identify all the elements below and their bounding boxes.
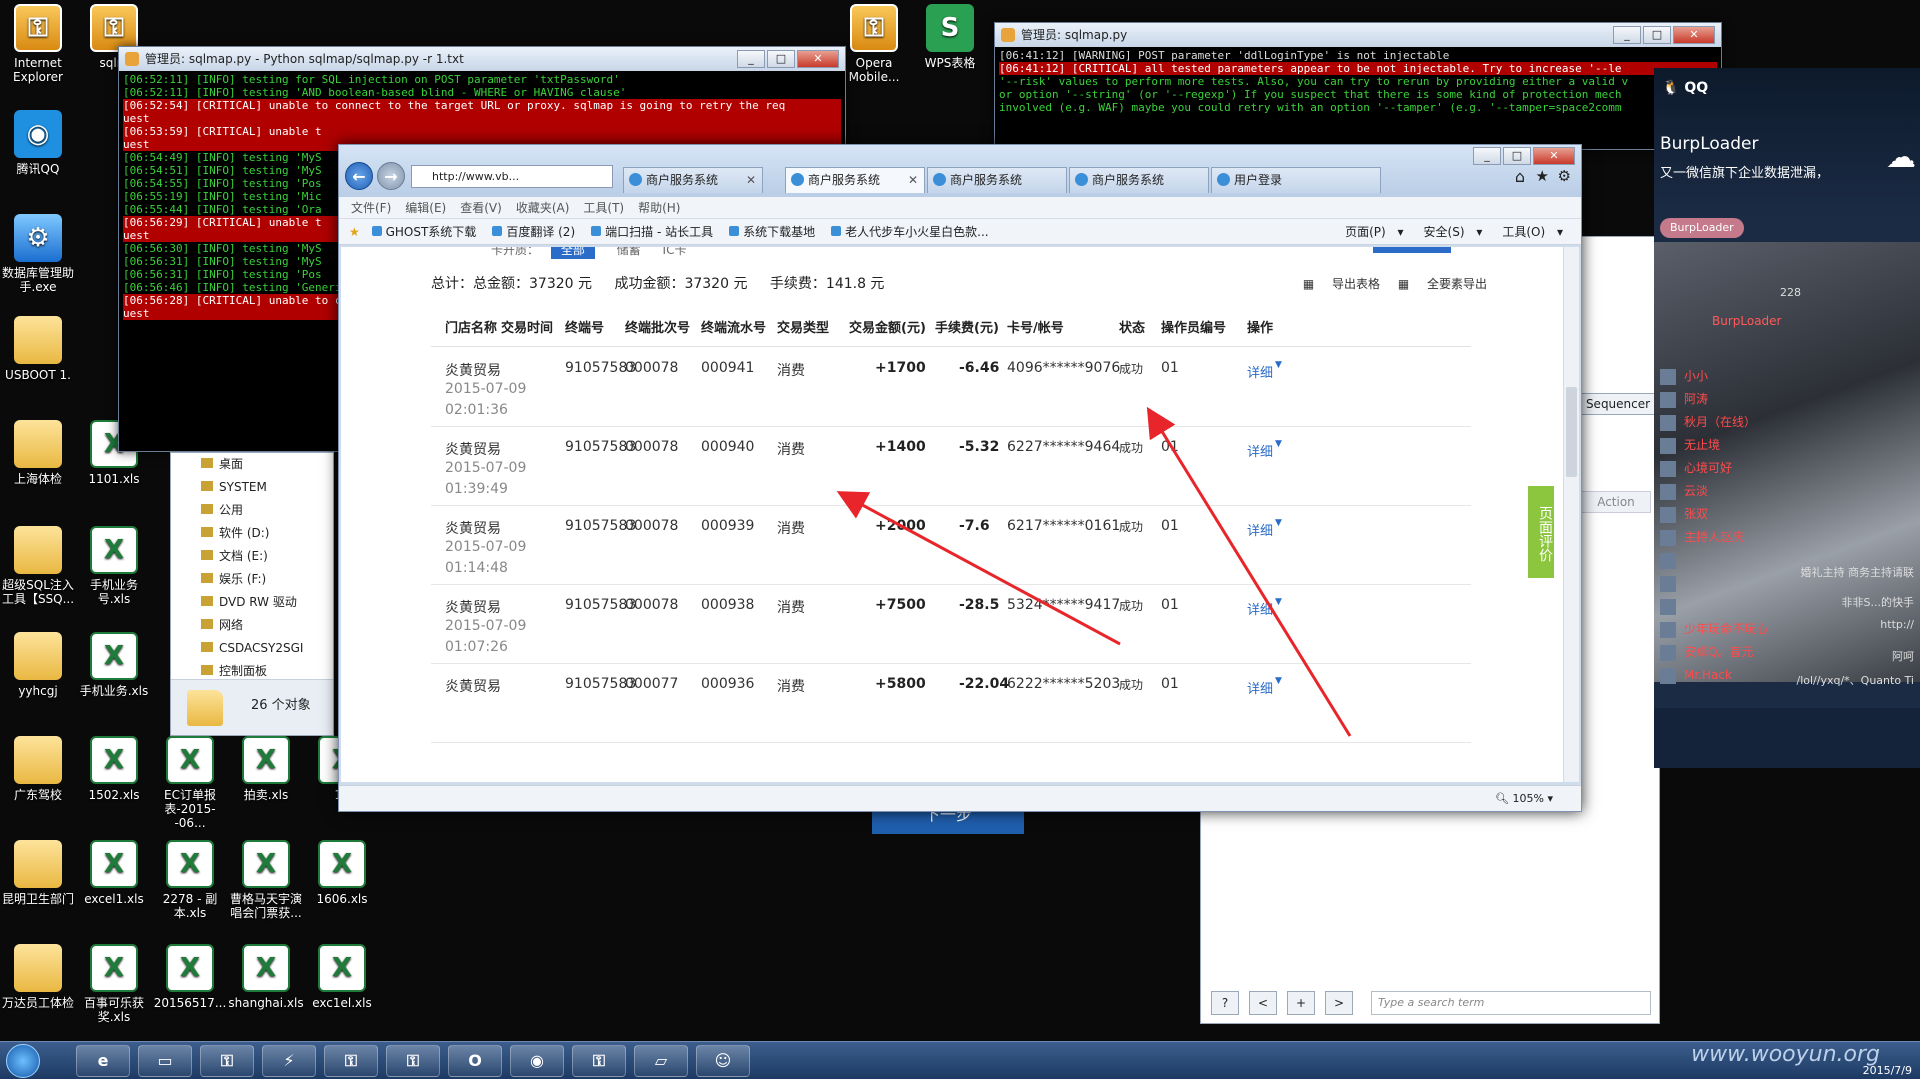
avatar bbox=[1660, 460, 1676, 477]
qq-member-name: 小小 bbox=[1684, 369, 1709, 383]
avatar bbox=[1660, 667, 1676, 684]
avatar bbox=[1660, 552, 1676, 569]
opera-icon[interactable]: O bbox=[448, 1045, 502, 1077]
avatar bbox=[1660, 506, 1676, 523]
avatar bbox=[1660, 598, 1676, 615]
key-icon[interactable]: ⚿ bbox=[572, 1045, 626, 1077]
qq-member-name: 安卓Q。盲元 bbox=[1684, 645, 1754, 659]
key-icon[interactable]: ⚿ bbox=[200, 1045, 254, 1077]
qq-member[interactable]: 张双 bbox=[1660, 502, 1914, 526]
qq-member[interactable]: 安卓Q。盲元 bbox=[1660, 640, 1914, 664]
qq-member-name: 阿涛 bbox=[1684, 392, 1709, 406]
qq-message-snippet: http:// bbox=[1880, 618, 1914, 631]
wooyun-watermark: www.wooyun.org bbox=[1691, 1042, 1880, 1067]
clock-date[interactable]: 2015/7/9 bbox=[1863, 1064, 1912, 1077]
taskbar: e ▭ ⚿ ⚡ ⚿ ⚿ O ◉ ⚿ ▱ ☺ www.wooyun.org 2015/7/9 bbox=[0, 1041, 1920, 1079]
qq-member[interactable]: 少年玩命不玩心 bbox=[1660, 617, 1914, 641]
qq-panel[interactable]: 🐧 QQ BurpLoader 又一微信旗下企业数据泄漏， ☁ BurpLoad… bbox=[1654, 68, 1920, 768]
annotation-arrows bbox=[836, 406, 1352, 737]
qq-message-snippet: 阿呵 bbox=[1892, 650, 1914, 663]
qq-member-name: 少年玩命不玩心 bbox=[1684, 622, 1769, 636]
arrow-to-card bbox=[1146, 406, 1352, 737]
qq-member[interactable]: 主持人赵庆 bbox=[1660, 525, 1914, 549]
avatar bbox=[1660, 437, 1676, 454]
qq-member[interactable]: 秋月（在线） bbox=[1660, 410, 1914, 434]
key-icon[interactable]: ⚿ bbox=[324, 1045, 378, 1077]
qq-icon[interactable]: ◉ bbox=[510, 1045, 564, 1077]
cloud-icon: ☁ bbox=[1886, 140, 1916, 175]
start-button[interactable] bbox=[6, 1044, 40, 1078]
key-icon[interactable]: ⚿ bbox=[386, 1045, 440, 1077]
avatar bbox=[1660, 483, 1676, 500]
qq-member-name: 云淡 bbox=[1684, 484, 1709, 498]
notebook-icon[interactable]: ▱ bbox=[634, 1045, 688, 1077]
qq-group-first[interactable]: BurpLoader bbox=[1712, 314, 1782, 328]
qq-message-snippet: 婚礼主持 商务主持请联 bbox=[1800, 566, 1915, 579]
avatar bbox=[1660, 644, 1676, 661]
qq-username: BurpLoader bbox=[1660, 134, 1759, 154]
qq-member[interactable]: 小小 bbox=[1660, 364, 1914, 388]
arrow-to-serial bbox=[836, 491, 1121, 646]
qq-member[interactable]: 无止境 bbox=[1660, 433, 1914, 457]
qq-signature: 又一微信旗下企业数据泄漏， bbox=[1660, 166, 1830, 181]
person-icon[interactable]: ☺ bbox=[696, 1045, 750, 1077]
qq-member[interactable]: 阿涛 bbox=[1660, 387, 1914, 411]
folder-icon[interactable]: ▭ bbox=[138, 1045, 192, 1077]
qq-member-name: 张双 bbox=[1684, 507, 1709, 521]
avatar bbox=[1660, 621, 1676, 638]
qq-member[interactable]: 心境可好 bbox=[1660, 456, 1914, 480]
avatar bbox=[1660, 414, 1676, 431]
qq-member-name: Mr.Hack bbox=[1684, 668, 1732, 682]
qq-member-count: 228 bbox=[1780, 286, 1801, 299]
qq-tag[interactable]: BurpLoader bbox=[1660, 218, 1744, 238]
qq-member-name: 无止境 bbox=[1684, 438, 1721, 452]
qq-logo: 🐧 QQ bbox=[1662, 80, 1709, 96]
qq-header: 🐧 QQ BurpLoader 又一微信旗下企业数据泄漏， ☁ bbox=[1654, 68, 1920, 218]
qq-message-snippet: 非非S...的快手 bbox=[1841, 596, 1914, 609]
ie-icon[interactable]: e bbox=[76, 1045, 130, 1077]
qq-member-name: 心境可好 bbox=[1684, 461, 1733, 475]
qq-member-name: 主持人赵庆 bbox=[1684, 530, 1745, 544]
qq-member-name: 秋月（在线） bbox=[1684, 415, 1757, 429]
avatar bbox=[1660, 575, 1676, 592]
qq-bottom-toolbar bbox=[1654, 708, 1920, 768]
avatar bbox=[1660, 368, 1676, 385]
avatar bbox=[1660, 391, 1676, 408]
avatar bbox=[1660, 529, 1676, 546]
qq-message-snippet: /lol//yxq/*、Quanto Ti bbox=[1796, 674, 1915, 687]
qq-member[interactable]: 云淡 bbox=[1660, 479, 1914, 503]
burp-icon[interactable]: ⚡ bbox=[262, 1045, 316, 1077]
